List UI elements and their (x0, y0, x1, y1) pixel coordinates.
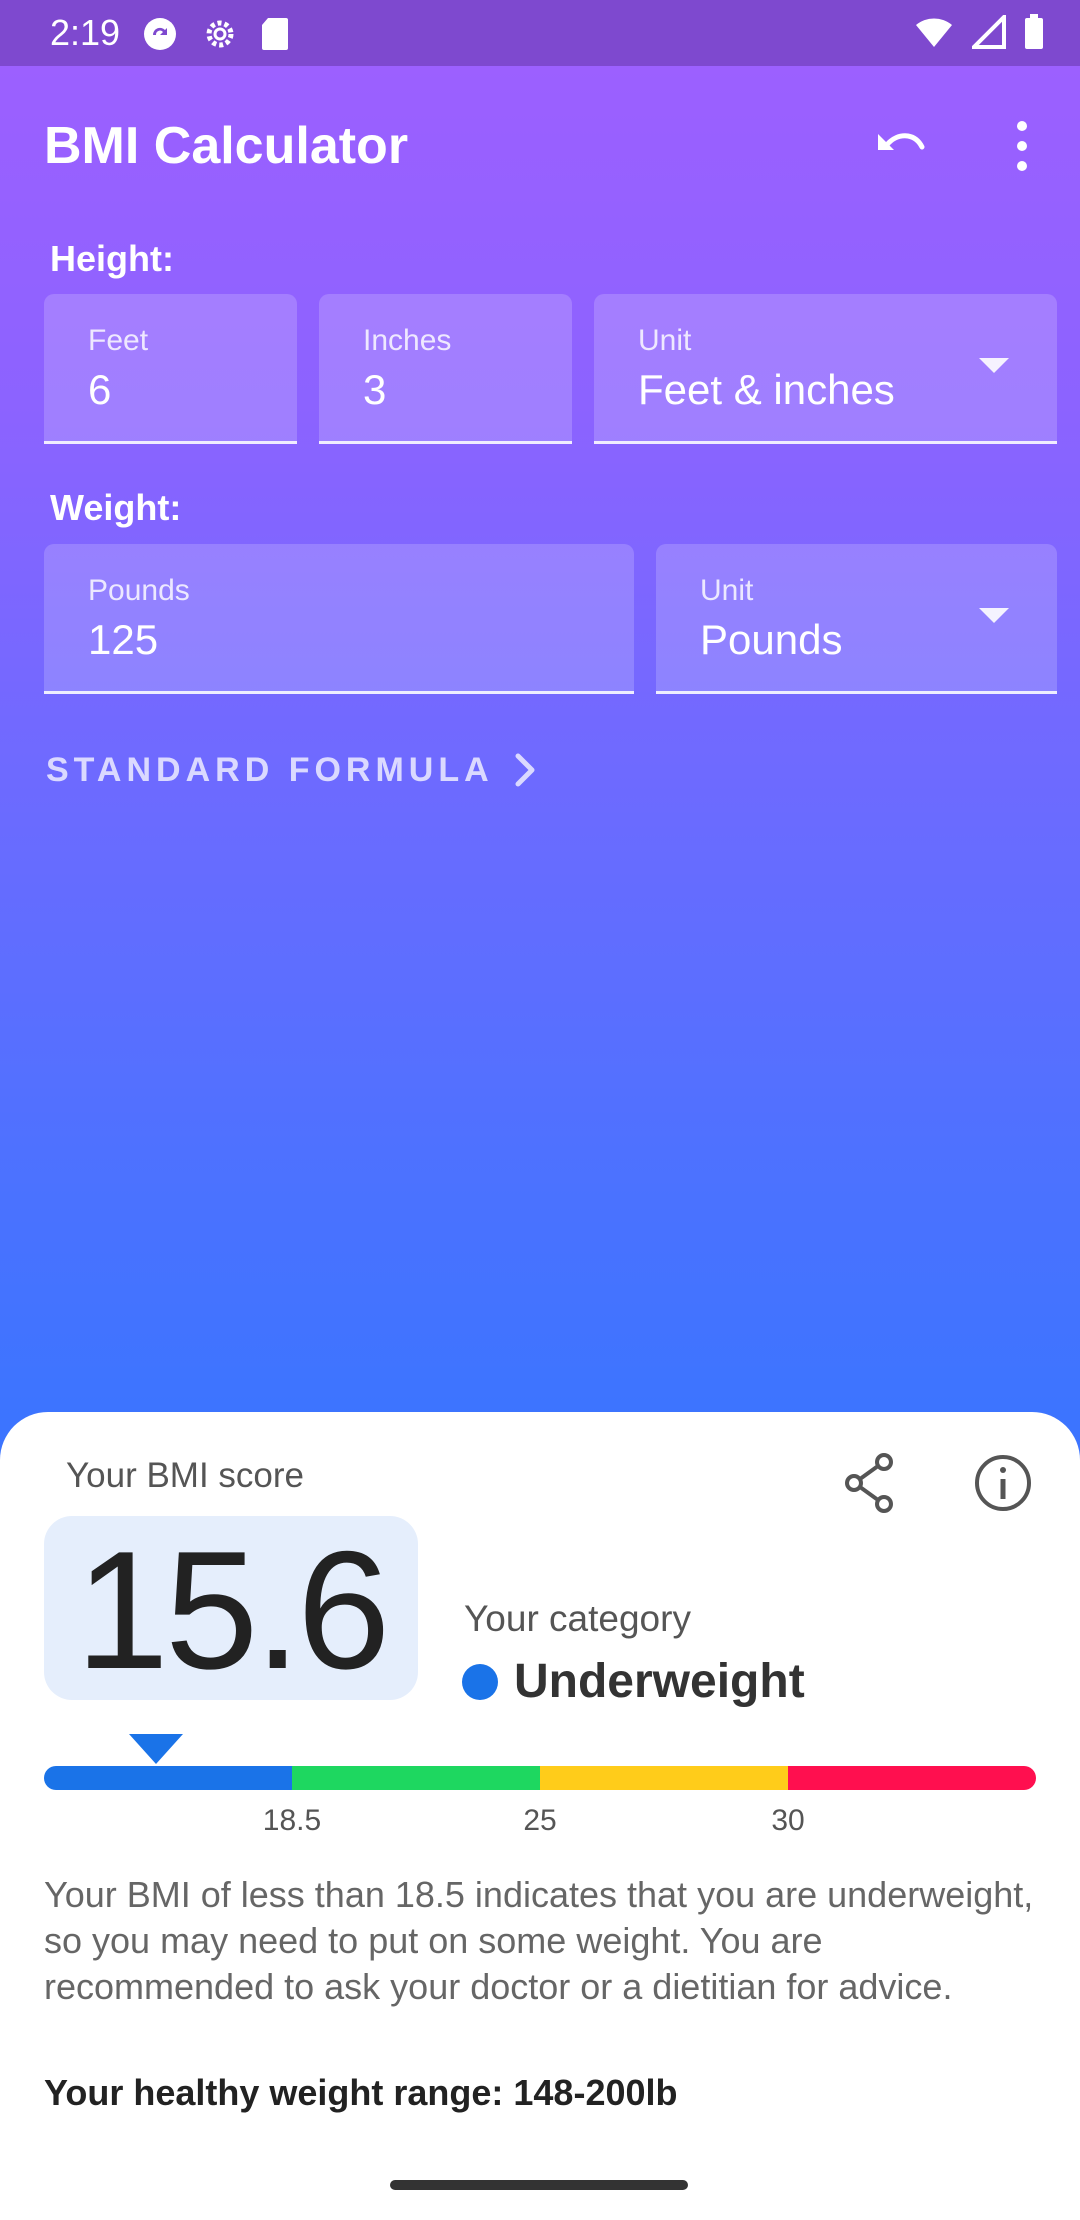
weight-unit-value: Pounds (700, 616, 843, 663)
feet-field-value: 6 (88, 366, 112, 413)
scale-tick-label: 25 (523, 1804, 557, 1837)
sd-card-icon (262, 18, 288, 50)
gesture-nav-handle[interactable] (390, 2180, 688, 2190)
standard-formula-link[interactable]: STANDARD FORMULA (46, 750, 538, 790)
status-bar: 2:19 (0, 0, 1080, 66)
weight-unit-label: Unit (700, 574, 754, 607)
status-time: 2:19 (50, 12, 121, 53)
scale-tick-label: 30 (771, 1804, 805, 1837)
weight-section-label: Weight: (50, 487, 182, 528)
sync-icon (144, 18, 176, 50)
bmi-marker-icon (128, 1734, 183, 1764)
notification-icons (140, 14, 290, 54)
app-title: BMI Calculator (44, 117, 409, 175)
score-label: Your BMI score (66, 1456, 304, 1495)
bmi-score-box: 15.6 (44, 1516, 418, 1700)
feet-field[interactable]: Feet 6 (44, 294, 297, 444)
scale-segment (788, 1766, 1036, 1790)
category-value: Underweight (514, 1655, 805, 1708)
weight-unit-dropdown[interactable]: Unit Pounds (656, 544, 1057, 694)
inches-field-label: Inches (363, 324, 452, 357)
category-row: Underweight (462, 1654, 805, 1709)
share-button[interactable] (836, 1448, 906, 1518)
battery-icon (1025, 14, 1043, 49)
share-icon (845, 1453, 893, 1513)
scale-segment (540, 1766, 788, 1790)
bmi-description: Your BMI of less than 18.5 indicates tha… (44, 1874, 1034, 2007)
settings-icon (206, 20, 234, 48)
result-sheet: Your BMI score 15.6 Your category Underw… (0, 1412, 1080, 2220)
dropdown-arrow-icon (979, 608, 1009, 623)
scale-segment (44, 1766, 292, 1790)
info-button[interactable] (968, 1448, 1038, 1518)
more-options-button[interactable] (986, 110, 1058, 182)
scale-tick-label: 18.5 (262, 1804, 322, 1837)
undo-button[interactable] (866, 110, 938, 182)
dropdown-arrow-icon (979, 358, 1009, 373)
formula-label: STANDARD FORMULA (46, 750, 494, 789)
feet-field-label: Feet (88, 324, 149, 357)
undo-icon (878, 133, 925, 150)
pounds-field[interactable]: Pounds 125 (44, 544, 634, 694)
height-unit-dropdown[interactable]: Unit Feet & inches (594, 294, 1057, 444)
height-unit-label: Unit (638, 324, 692, 357)
category-dot-icon (462, 1663, 498, 1700)
more-vert-icon (1017, 121, 1027, 171)
chevron-right-icon (515, 753, 535, 787)
signal-icon (972, 15, 1006, 49)
inches-field[interactable]: Inches 3 (319, 294, 572, 444)
system-icons (914, 14, 1044, 50)
pounds-field-label: Pounds (88, 574, 190, 607)
app-bar: BMI Calculator (0, 66, 1080, 222)
healthy-weight-range: Your healthy weight range: 148-200lb (44, 2072, 678, 2113)
height-unit-value: Feet & inches (638, 366, 895, 413)
category-label: Your category (464, 1598, 691, 1639)
inches-field-value: 3 (363, 366, 387, 413)
info-icon (975, 1455, 1031, 1511)
bmi-scale-bar (44, 1766, 1036, 1790)
scale-segment (292, 1766, 540, 1790)
pounds-field-value: 125 (88, 616, 159, 663)
bmi-score-value: 15.6 (75, 1516, 391, 1704)
height-section-label: Height: (50, 238, 174, 279)
wifi-icon (916, 18, 952, 47)
